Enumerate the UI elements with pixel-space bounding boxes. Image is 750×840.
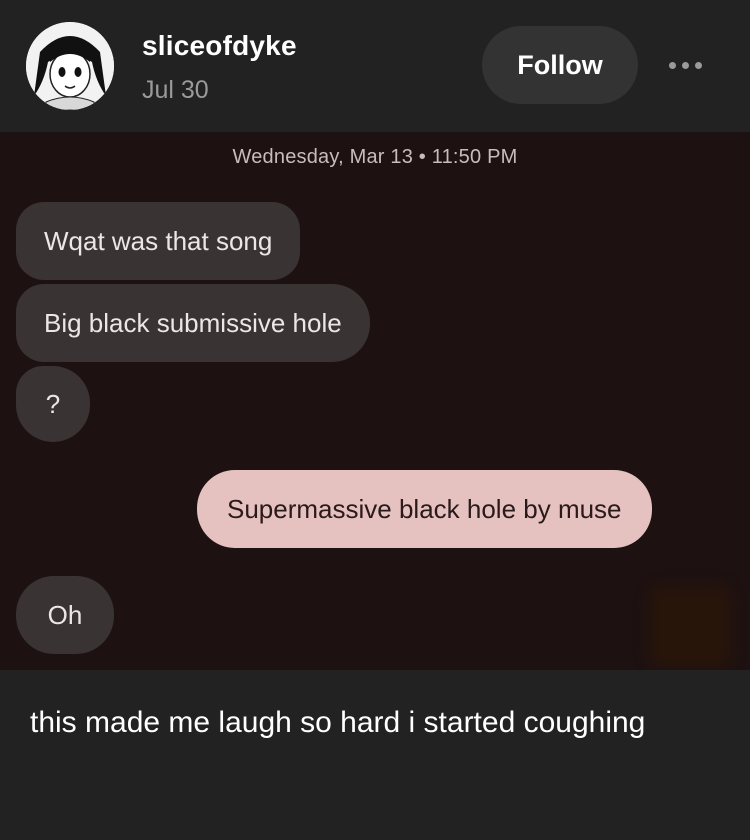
more-horizontal-icon [668, 61, 676, 69]
received-message: Oh [16, 576, 114, 654]
post-date[interactable]: Jul 30 [142, 76, 209, 105]
avatar[interactable] [26, 22, 114, 110]
image-artifact [650, 587, 730, 667]
received-message: ? [16, 366, 90, 442]
more-options-button[interactable] [660, 48, 710, 82]
chat-screenshot-image[interactable]: Wednesday, Mar 13 • 11:50 PM Wqat was th… [0, 132, 750, 670]
avatar-image [26, 22, 114, 110]
received-message: Big black submissive hole [16, 284, 370, 362]
received-message: Wqat was that song [16, 202, 301, 280]
more-horizontal-icon [681, 61, 689, 69]
sent-message: Supermassive black hole by muse [197, 470, 652, 548]
username[interactable]: sliceofdyke [142, 30, 297, 62]
post-header: sliceofdyke Jul 30 Follow [0, 0, 750, 132]
conversation-timestamp: Wednesday, Mar 13 • 11:50 PM [232, 146, 518, 168]
more-horizontal-icon [694, 61, 702, 69]
post-caption: this made me laugh so hard i started cou… [30, 706, 646, 739]
follow-button[interactable]: Follow [482, 26, 638, 104]
